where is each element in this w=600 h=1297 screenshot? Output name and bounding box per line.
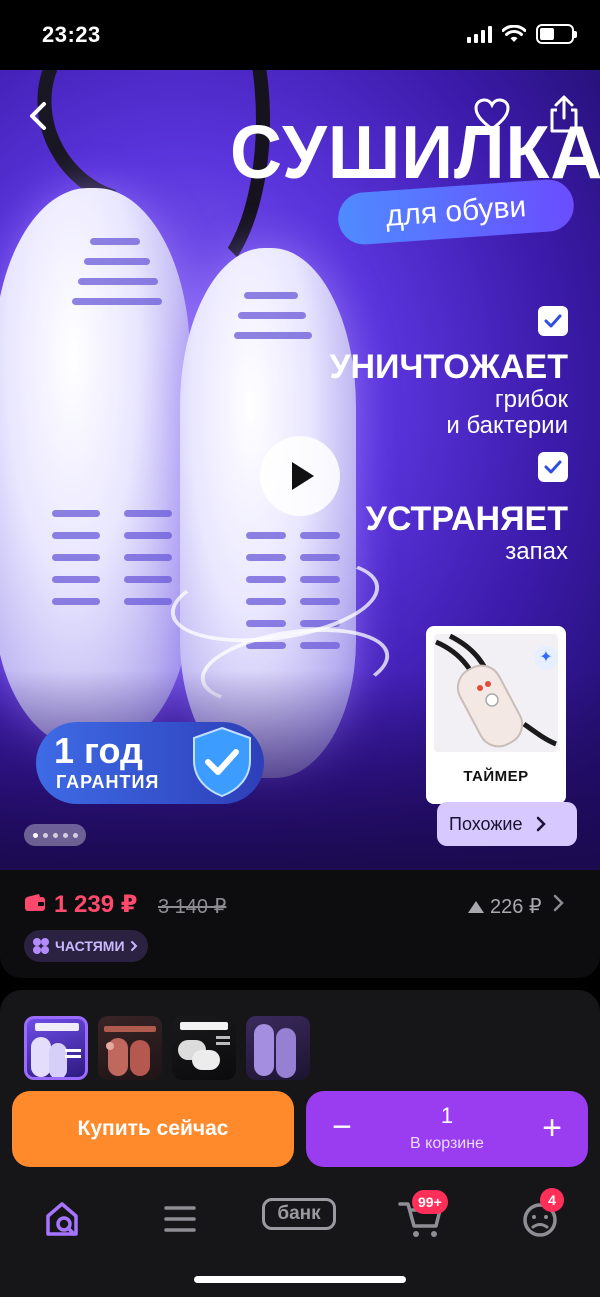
vent-graphic: [124, 576, 172, 583]
feature-title: УНИЧТОЖАЕТ: [329, 348, 568, 386]
vent-graphic: [52, 576, 100, 583]
home-search-icon[interactable]: [32, 1194, 92, 1244]
vent-graphic: [124, 532, 172, 539]
old-price: 3 140 ₽: [158, 896, 227, 918]
pagination-dot: [32, 832, 38, 838]
play-video-button[interactable]: [260, 436, 340, 516]
vent-graphic: [124, 598, 172, 605]
product-image-carousel[interactable]: СУШИЛКА для обуви УНИЧТОЖАЕТ грибок и ба…: [0, 70, 600, 870]
timer-label: ТАЙМЕР: [463, 768, 529, 785]
vent-graphic: [52, 554, 100, 561]
price-section: 1 239 ₽ 3 140 ₽ 226 ₽ ЧАСТЯМИ: [0, 870, 600, 978]
dryer-left-graphic: [0, 188, 190, 748]
vent-graphic: [124, 510, 172, 517]
vent-graphic: [244, 292, 298, 299]
chevron-right-icon: [537, 816, 547, 832]
thumbnail-image: [178, 1022, 230, 1070]
variant-thumbnail[interactable]: [24, 1016, 88, 1080]
cart-quantity-control: − 1 В корзине +: [306, 1091, 588, 1167]
vent-graphic: [234, 332, 312, 339]
wifi-icon: [502, 25, 526, 42]
vent-graphic: [300, 532, 340, 539]
carousel-pagination: [24, 824, 86, 846]
battery-icon: [536, 24, 577, 44]
status-time: 23:23: [42, 22, 101, 47]
timer-inset-card: ✦ ТАЙМЕР: [426, 626, 566, 804]
pagination-dot: [62, 832, 68, 838]
pagination-dot: [42, 832, 48, 838]
thumbnail-image: [31, 1023, 81, 1077]
similar-label: Похожие: [449, 813, 523, 834]
warranty-year: 1 год: [54, 730, 143, 771]
warranty-label: ГАРАНТИЯ: [56, 772, 160, 792]
bank-logo[interactable]: банк: [262, 1198, 336, 1230]
vent-graphic: [52, 532, 100, 539]
feature-subtitle: запах: [505, 538, 568, 565]
pagination-dot: [52, 832, 58, 838]
vent-graphic: [78, 278, 158, 285]
feature-subtitle: грибок: [494, 386, 568, 413]
vent-graphic: [52, 598, 100, 605]
feature-title: УСТРАНЯЕТ: [365, 500, 568, 538]
chevron-right-icon: [130, 941, 137, 951]
feature-subtitle: и бактерии: [446, 412, 568, 439]
checkbox-icon: [538, 306, 568, 336]
cellular-signal-icon: [467, 25, 492, 43]
variant-thumbnail[interactable]: [172, 1016, 236, 1080]
wallet-icon: [25, 894, 45, 911]
installments-label: ЧАСТЯМИ: [55, 938, 125, 954]
purchase-bar: Купить сейчас − 1 В корзине +: [0, 1080, 600, 1180]
chevron-right-icon[interactable]: [552, 894, 564, 912]
thumbnail-image: [254, 1024, 296, 1078]
vent-graphic: [90, 238, 140, 245]
installments-icon: [33, 938, 49, 954]
checkbox-icon: [538, 452, 568, 482]
vent-graphic: [124, 554, 172, 561]
installments-badge[interactable]: ЧАСТЯМИ: [24, 930, 148, 962]
sparkle-icon: ✦: [534, 646, 558, 670]
pagination-dot: [72, 832, 78, 838]
price-delta[interactable]: 226 ₽: [468, 894, 542, 919]
home-indicator: [194, 1276, 406, 1283]
thumbnail-image: [104, 1026, 156, 1076]
cart-badge: 99+: [412, 1190, 448, 1214]
back-arrow-icon[interactable]: [22, 98, 58, 134]
menu-icon[interactable]: [150, 1194, 210, 1244]
bottom-tab-bar: банк 99+ 4: [0, 1180, 600, 1297]
vent-graphic: [238, 312, 306, 319]
price-delta-value: 226 ₽: [490, 896, 542, 918]
shield-check-icon: [193, 726, 251, 798]
variant-thumbnail[interactable]: [98, 1016, 162, 1080]
triangle-up-icon: [468, 900, 484, 913]
status-bar: 23:23: [0, 0, 600, 70]
timer-image: ✦: [434, 634, 558, 752]
profile-badge: 4: [540, 1188, 564, 1212]
buy-now-button[interactable]: Купить сейчас: [12, 1091, 294, 1167]
increase-quantity-button[interactable]: +: [534, 1111, 570, 1147]
variant-thumbnail[interactable]: [246, 1016, 310, 1080]
similar-products-button[interactable]: Похожие: [437, 802, 577, 846]
vent-graphic: [246, 532, 286, 539]
vent-graphic: [52, 510, 100, 517]
vent-graphic: [84, 258, 150, 265]
current-price: 1 239 ₽: [54, 891, 138, 918]
status-icons: [467, 24, 577, 44]
vent-graphic: [72, 298, 162, 305]
